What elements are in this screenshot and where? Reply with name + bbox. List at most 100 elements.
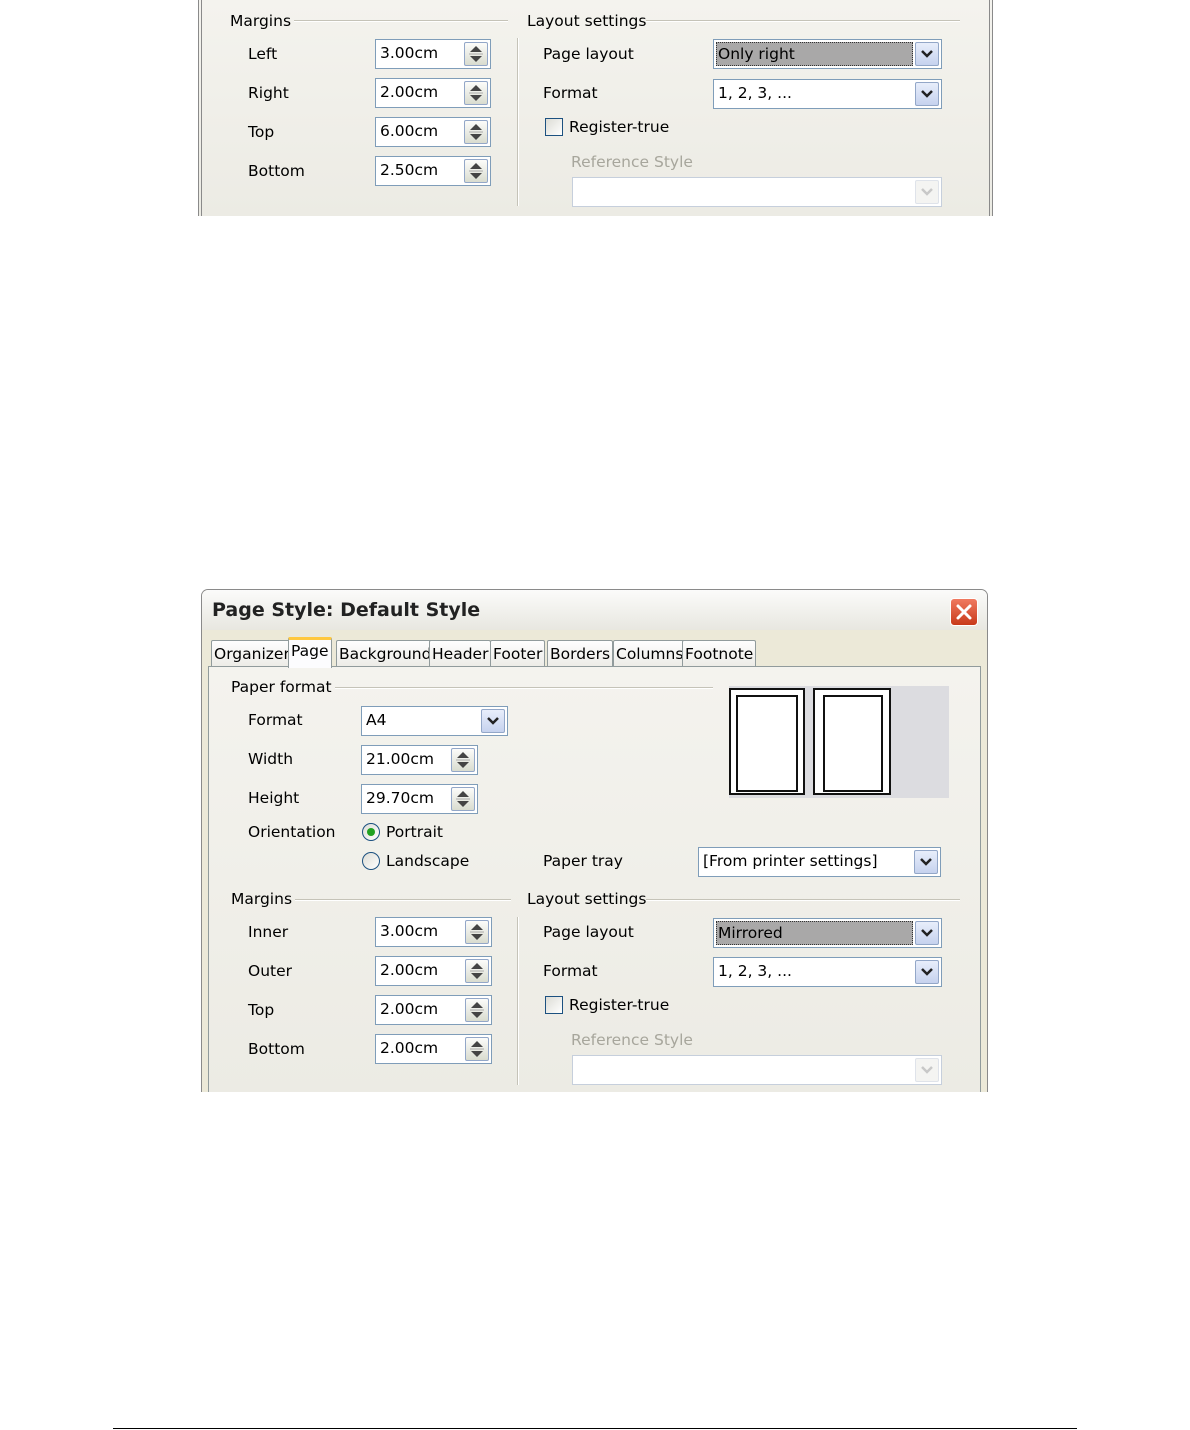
tab-strip: Organizer Page Background Header Footer … (211, 637, 971, 668)
width-spinner[interactable]: 21.00cm (361, 745, 478, 775)
register-true-label: Register-true (569, 118, 670, 136)
margin-right-label: Right (248, 84, 289, 102)
spin-up-down-icon[interactable] (464, 159, 488, 183)
close-icon[interactable] (950, 598, 978, 626)
paper-tray-select[interactable]: [From printer settings] (698, 847, 941, 877)
chevron-down-icon[interactable] (481, 709, 505, 733)
format-select[interactable]: 1, 2, 3, ... (713, 79, 942, 109)
spin-up-down-icon[interactable] (464, 120, 488, 144)
register-true-checkbox[interactable] (545, 996, 563, 1014)
margin-right-value: 2.00cm (380, 83, 439, 101)
tab-borders[interactable]: Borders (547, 640, 614, 667)
reference-style-select[interactable] (572, 1055, 942, 1085)
page-layout-label: Page layout (543, 45, 634, 63)
margin-outer-label: Outer (248, 962, 293, 980)
layout-section-title: Layout settings (527, 12, 647, 30)
landscape-radio[interactable] (362, 852, 380, 870)
tab-footnote[interactable]: Footnote (682, 640, 757, 667)
tab-footer[interactable]: Footer (490, 640, 546, 667)
reference-style-label: Reference Style (571, 153, 693, 171)
tab-organizer[interactable]: Organizer (211, 640, 293, 667)
top-dialog-fragment: Margins Left 3.00cm Right 2.00cm Top 6.0… (198, 0, 993, 216)
portrait-label: Portrait (386, 823, 443, 841)
chevron-down-icon[interactable] (915, 82, 939, 106)
section-divider (517, 38, 519, 206)
tab-page[interactable]: Page (288, 637, 332, 668)
spin-up-down-icon[interactable] (451, 787, 475, 811)
margin-bottom-value: 2.00cm (380, 1039, 439, 1057)
paper-format-rule (335, 687, 713, 689)
spin-up-down-icon[interactable] (465, 998, 489, 1022)
register-true-label: Register-true (569, 996, 670, 1014)
paper-format-select[interactable]: A4 (361, 706, 508, 736)
page-layout-value: Mirrored (716, 921, 913, 945)
margin-top-spinner[interactable]: 6.00cm (375, 117, 491, 147)
margins-rule (295, 899, 511, 901)
chevron-down-icon[interactable] (915, 42, 939, 66)
margin-inner-value: 3.00cm (380, 922, 439, 940)
tab-columns[interactable]: Columns (613, 640, 687, 667)
page-layout-label: Page layout (543, 923, 634, 941)
format-value: 1, 2, 3, ... (718, 962, 792, 980)
tab-header[interactable]: Header (429, 640, 492, 667)
dialog-title: Page Style: Default Style (212, 599, 481, 621)
spin-up-down-icon[interactable] (465, 959, 489, 983)
preview-left-text-area (736, 695, 798, 792)
paper-tray-label: Paper tray (543, 852, 623, 870)
format-label: Format (543, 84, 598, 102)
spin-up-down-icon[interactable] (451, 748, 475, 772)
margin-right-spinner[interactable]: 2.00cm (375, 78, 491, 108)
margin-top-label: Top (248, 1001, 275, 1019)
format-value: 1, 2, 3, ... (718, 84, 792, 102)
spin-up-down-icon[interactable] (465, 1037, 489, 1061)
margins-section-title: Margins (231, 890, 293, 908)
portrait-radio[interactable] (362, 823, 380, 841)
margins-rule (294, 20, 508, 22)
chevron-down-icon[interactable] (914, 850, 938, 874)
spin-up-down-icon[interactable] (465, 920, 489, 944)
spin-up-down-icon[interactable] (464, 42, 488, 66)
margin-left-spinner[interactable]: 3.00cm (375, 39, 491, 69)
page-layout-value: Only right (716, 42, 913, 66)
tab-background[interactable]: Background (336, 640, 435, 667)
chevron-down-icon (915, 1058, 939, 1082)
page-layout-select[interactable]: Only right (713, 39, 942, 69)
margin-outer-spinner[interactable]: 2.00cm (375, 956, 492, 986)
tab-panel: Paper format Format A4 Width 21.00cm Hei… (208, 666, 981, 1092)
margin-top-spinner[interactable]: 2.00cm (375, 995, 492, 1025)
margin-top-value: 2.00cm (380, 1000, 439, 1018)
landscape-label: Landscape (386, 852, 470, 870)
margin-bottom-spinner[interactable]: 2.50cm (375, 156, 491, 186)
height-value: 29.70cm (366, 789, 434, 807)
width-value: 21.00cm (366, 750, 434, 768)
title-bar: Page Style: Default Style (202, 590, 987, 630)
margin-bottom-spinner[interactable]: 2.00cm (375, 1034, 492, 1064)
chevron-down-icon[interactable] (915, 921, 939, 945)
margin-inner-label: Inner (248, 923, 289, 941)
preview-right-text-area (823, 695, 883, 792)
paper-tray-value: [From printer settings] (703, 852, 878, 870)
layout-section-title: Layout settings (527, 890, 647, 908)
reference-style-select[interactable] (572, 177, 942, 207)
height-spinner[interactable]: 29.70cm (361, 784, 478, 814)
margin-left-value: 3.00cm (380, 44, 439, 62)
page-layout-select[interactable]: Mirrored (713, 918, 942, 948)
paper-format-value: A4 (366, 711, 387, 729)
spin-up-down-icon[interactable] (464, 81, 488, 105)
preview-right-page (813, 688, 891, 795)
paper-format-title: Paper format (231, 678, 332, 696)
chevron-down-icon (915, 180, 939, 204)
chevron-down-icon[interactable] (915, 960, 939, 984)
margin-bottom-label: Bottom (248, 1040, 305, 1058)
layout-rule (646, 899, 960, 901)
format-select[interactable]: 1, 2, 3, ... (713, 957, 942, 987)
section-divider (517, 917, 519, 1085)
page-footer-rule (113, 1428, 1077, 1429)
register-true-checkbox[interactable] (545, 118, 563, 136)
height-label: Height (248, 789, 300, 807)
margin-bottom-label: Bottom (248, 162, 305, 180)
margin-top-value: 6.00cm (380, 122, 439, 140)
radio-selected-dot (367, 828, 375, 836)
margin-inner-spinner[interactable]: 3.00cm (375, 917, 492, 947)
paper-format-label: Format (248, 711, 303, 729)
